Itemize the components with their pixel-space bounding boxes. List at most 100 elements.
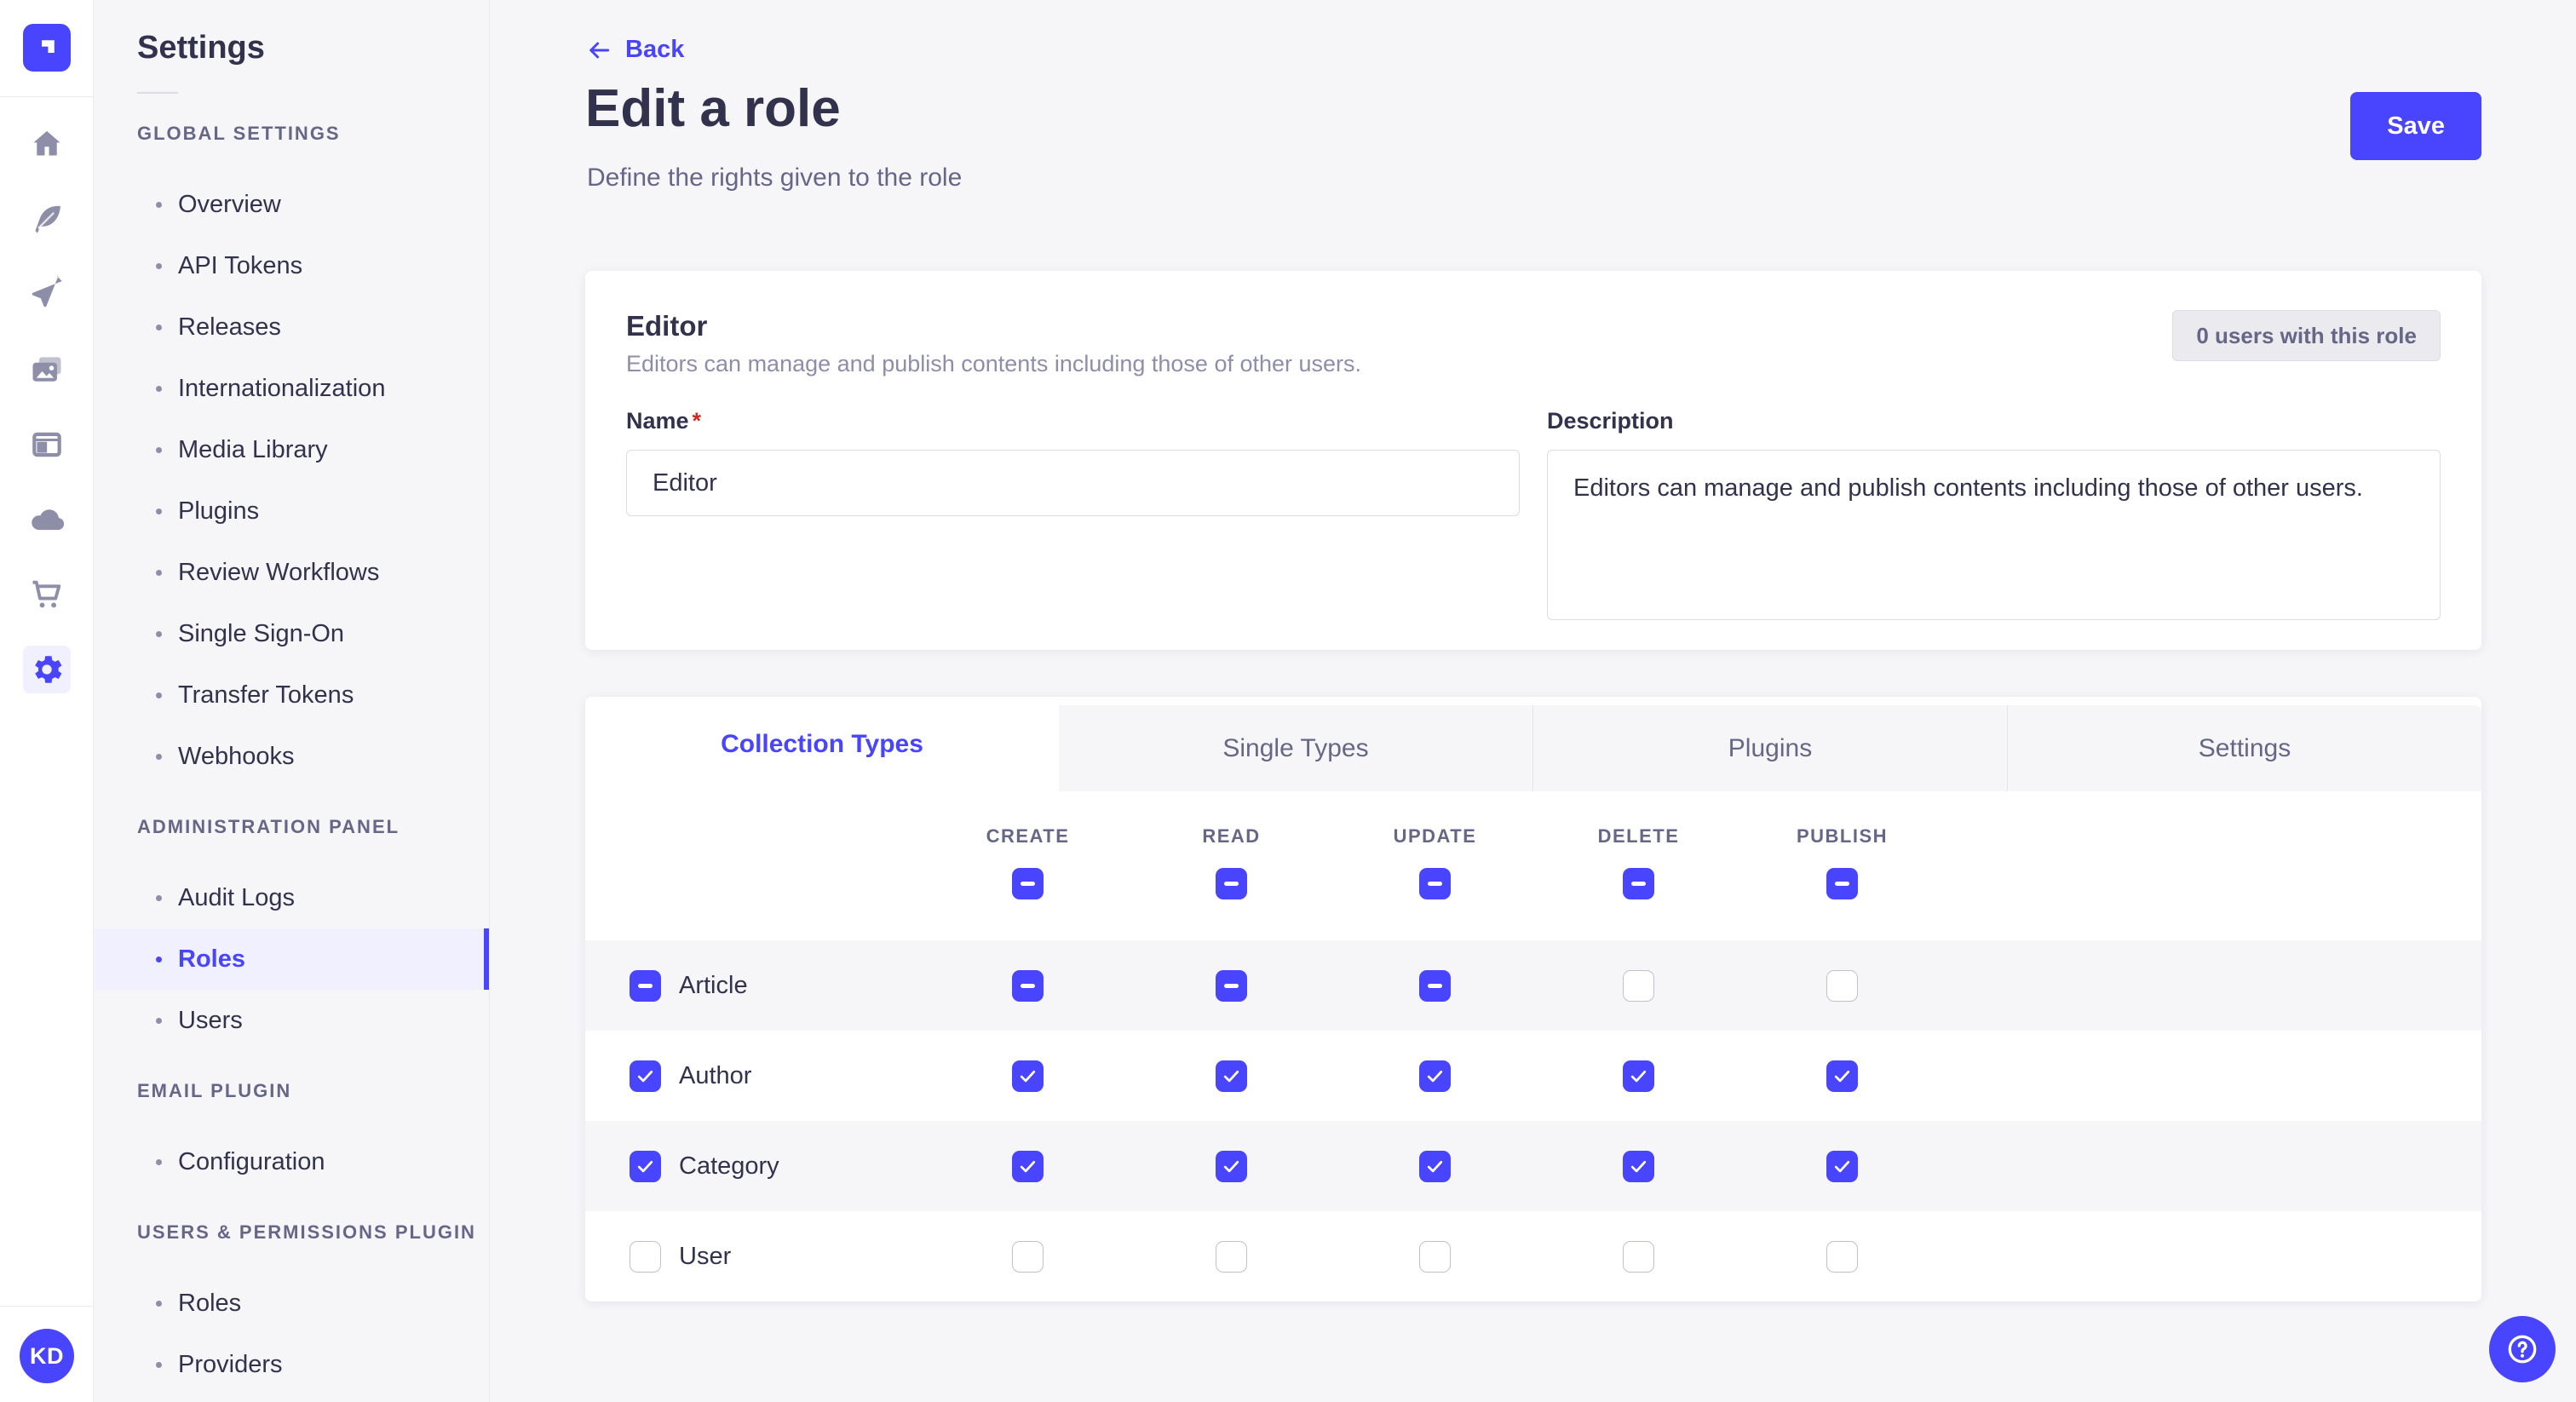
cloud-icon[interactable] <box>23 496 71 543</box>
checkbox-category-read[interactable] <box>1216 1151 1247 1182</box>
pictures-icon[interactable] <box>23 346 71 394</box>
bullet-icon <box>156 386 162 392</box>
sidebar-item-providers[interactable]: Providers <box>95 1334 489 1395</box>
sidebar-item-media-library[interactable]: Media Library <box>95 419 489 480</box>
paper-plane-icon[interactable] <box>23 271 71 319</box>
sidebar-item-roles[interactable]: Roles <box>95 928 489 990</box>
tab-single-types[interactable]: Single Types <box>1059 705 1532 791</box>
row-label: Category <box>679 1152 779 1181</box>
page-title: Edit a role <box>585 78 841 139</box>
checkbox-author-delete[interactable] <box>1623 1060 1654 1092</box>
checkbox-row-author[interactable] <box>630 1060 661 1092</box>
sidebar-item-label: Review Workflows <box>178 559 379 587</box>
bullet-icon <box>156 447 162 453</box>
help-button[interactable] <box>2489 1316 2556 1382</box>
sidebar-item-api-tokens[interactable]: API Tokens <box>95 235 489 296</box>
sidebar-item-releases[interactable]: Releases <box>95 296 489 358</box>
sidebar-item-label: Audit Logs <box>178 884 295 912</box>
permission-row-user: User <box>585 1211 2481 1301</box>
checkbox-article-update[interactable] <box>1419 970 1451 1002</box>
checkbox-user-read[interactable] <box>1216 1241 1247 1273</box>
sidebar-item-label: Overview <box>178 191 281 219</box>
role-name-input[interactable] <box>626 450 1520 516</box>
save-button[interactable]: Save <box>2350 92 2481 160</box>
avatar[interactable]: KD <box>20 1329 74 1383</box>
checkbox-category-create[interactable] <box>1012 1151 1044 1182</box>
sidebar-item-label: Media Library <box>178 436 328 464</box>
sidebar-item-internationalization[interactable]: Internationalization <box>95 358 489 419</box>
bullet-icon <box>156 957 162 962</box>
checkbox-article-read[interactable] <box>1216 970 1247 1002</box>
sidebar-item-transfer-tokens[interactable]: Transfer Tokens <box>95 664 489 726</box>
sidebar-item-label: Transfer Tokens <box>178 681 354 710</box>
sidebar-item-audit-logs[interactable]: Audit Logs <box>95 867 489 928</box>
checkbox-author-update[interactable] <box>1419 1060 1451 1092</box>
sidebar-item-webhooks[interactable]: Webhooks <box>95 726 489 787</box>
checkbox-user-update[interactable] <box>1419 1241 1451 1273</box>
back-link[interactable]: Back <box>585 36 684 64</box>
role-details-card: Editor Editors can manage and publish co… <box>585 271 2481 650</box>
rail-divider-bottom <box>0 1306 94 1307</box>
sidebar-item-label: Roles <box>178 1290 241 1318</box>
checkbox-article-publish[interactable] <box>1826 970 1858 1002</box>
sidebar-item-single-sign-on[interactable]: Single Sign-On <box>95 603 489 664</box>
feather-icon[interactable] <box>23 196 71 244</box>
panel-layout-icon[interactable] <box>23 421 71 468</box>
row-label: Author <box>679 1062 751 1090</box>
sidebar-item-label: Releases <box>178 313 281 342</box>
checkbox-all-update[interactable] <box>1419 868 1451 899</box>
sidebar-item-overview[interactable]: Overview <box>95 174 489 235</box>
tab-collection-types[interactable]: Collection Types <box>585 697 1059 791</box>
checkbox-user-delete[interactable] <box>1623 1241 1654 1273</box>
sidebar-section-label: ADMINISTRATION PANEL <box>137 816 489 838</box>
tab-plugins[interactable]: Plugins <box>1532 705 2007 791</box>
bullet-icon <box>156 754 162 760</box>
checkbox-all-create[interactable] <box>1012 868 1044 899</box>
checkbox-user-publish[interactable] <box>1826 1241 1858 1273</box>
checkbox-all-publish[interactable] <box>1826 868 1858 899</box>
checkbox-all-read[interactable] <box>1216 868 1247 899</box>
home-icon[interactable] <box>23 121 71 169</box>
role-description-input[interactable]: Editors can manage and publish contents … <box>1547 450 2441 620</box>
checkbox-author-create[interactable] <box>1012 1060 1044 1092</box>
checkbox-row-user[interactable] <box>630 1241 661 1273</box>
bullet-icon <box>156 1362 162 1368</box>
checkbox-category-delete[interactable] <box>1623 1151 1654 1182</box>
checkbox-all-delete[interactable] <box>1623 868 1654 899</box>
checkbox-row-category[interactable] <box>630 1151 661 1182</box>
sidebar-item-review-workflows[interactable]: Review Workflows <box>95 542 489 603</box>
checkbox-user-create[interactable] <box>1012 1241 1044 1273</box>
checkbox-author-read[interactable] <box>1216 1060 1247 1092</box>
back-arrow-icon <box>585 37 612 64</box>
sidebar-item-label: Internationalization <box>178 375 385 403</box>
bullet-icon <box>156 1018 162 1024</box>
checkbox-category-update[interactable] <box>1419 1151 1451 1182</box>
settings-sidebar: Settings GLOBAL SETTINGS Overview API Toke… <box>95 0 490 1402</box>
strapi-logo-icon[interactable] <box>23 24 71 72</box>
sidebar-item-plugins[interactable]: Plugins <box>95 480 489 542</box>
sidebar-item-configuration[interactable]: Configuration <box>95 1131 489 1192</box>
role-description-text: Editors can manage and publish contents … <box>626 351 1361 377</box>
role-name-heading: Editor <box>626 310 1361 342</box>
sidebar-item-label: Roles <box>178 945 245 974</box>
sidebar-item-users[interactable]: Users <box>95 990 489 1051</box>
sidebar-item-roles[interactable]: Roles <box>95 1273 489 1334</box>
gear-icon[interactable] <box>23 646 71 693</box>
checkbox-article-create[interactable] <box>1012 970 1044 1002</box>
shopping-cart-icon[interactable] <box>23 571 71 618</box>
sidebar-title: Settings <box>137 29 489 66</box>
tab-settings[interactable]: Settings <box>2007 705 2481 791</box>
sidebar-section-label: GLOBAL SETTINGS <box>137 123 489 145</box>
checkbox-article-delete[interactable] <box>1623 970 1654 1002</box>
checkbox-category-publish[interactable] <box>1826 1151 1858 1182</box>
users-with-role-badge[interactable]: 0 users with this role <box>2172 310 2441 361</box>
bullet-icon <box>156 202 162 208</box>
checkbox-row-article[interactable] <box>630 970 661 1002</box>
avatar-initials: KD <box>30 1343 64 1370</box>
checkbox-author-publish[interactable] <box>1826 1060 1858 1092</box>
bullet-icon <box>156 509 162 514</box>
column-header-read: READ <box>1202 825 1260 848</box>
permission-row-article: Article <box>585 940 2481 1031</box>
bullet-icon <box>156 895 162 901</box>
sidebar-item-label: API Tokens <box>178 252 302 280</box>
